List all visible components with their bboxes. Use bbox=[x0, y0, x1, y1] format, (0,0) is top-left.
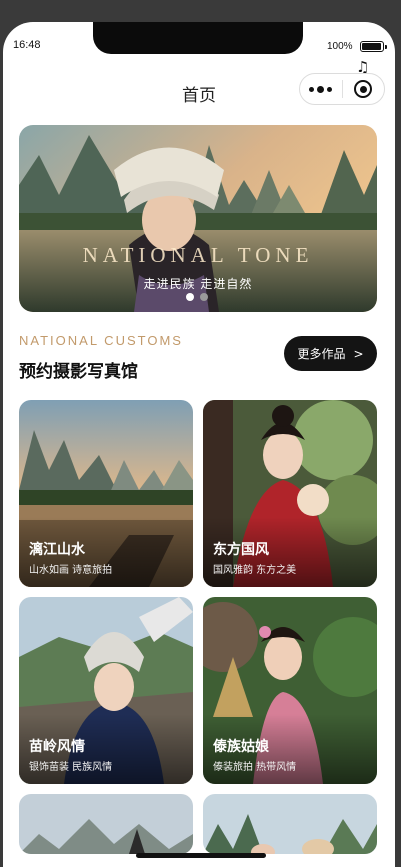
section-en-title: NATIONAL CUSTOMS bbox=[19, 333, 183, 348]
home-indicator bbox=[136, 853, 266, 858]
phone-frame: 16:48 100% ♫ 首页 NATIONAL TONE 走进民族 走进自然 … bbox=[0, 0, 401, 867]
card-subtitle: 国风雅韵 东方之美 bbox=[213, 565, 297, 576]
battery-icon bbox=[360, 41, 387, 52]
card-subtitle: 山水如画 诗意旅拍 bbox=[29, 565, 113, 576]
banner-dot-active[interactable] bbox=[186, 293, 194, 301]
battery-percent: 100% bbox=[327, 41, 353, 52]
banner-pagination bbox=[186, 293, 208, 301]
hero-banner[interactable]: NATIONAL TONE 走进民族 走进自然 bbox=[19, 125, 377, 312]
card-image bbox=[19, 794, 193, 854]
card-partial-right[interactable] bbox=[203, 794, 377, 854]
card-miao[interactable]: 苗岭风情 银饰苗装 民族风情 bbox=[19, 597, 193, 784]
section-cn-title: 预约摄影写真馆 bbox=[19, 362, 138, 382]
device-notch bbox=[93, 22, 303, 54]
card-dai[interactable]: 傣族姑娘 傣装旅拍 热带风情 bbox=[203, 597, 377, 784]
chevron-right-icon: > bbox=[353, 346, 364, 361]
card-oriental[interactable]: 东方国风 国风雅韵 东方之美 bbox=[203, 400, 377, 587]
status-time: 16:48 bbox=[13, 39, 41, 51]
card-image bbox=[203, 794, 377, 854]
card-title: 东方国风 bbox=[213, 542, 269, 558]
more-dots-icon[interactable] bbox=[300, 74, 342, 104]
card-title: 苗岭风情 bbox=[29, 739, 85, 755]
banner-title: NATIONAL TONE bbox=[82, 243, 314, 267]
card-subtitle: 银饰苗装 民族风情 bbox=[29, 762, 113, 773]
mini-program-capsule bbox=[299, 73, 385, 105]
card-lijiang[interactable]: 漓江山水 山水如画 诗意旅拍 bbox=[19, 400, 193, 587]
card-subtitle: 傣装旅拍 热带风情 bbox=[213, 762, 297, 773]
card-title: 漓江山水 bbox=[29, 542, 85, 558]
more-works-label: 更多作品 bbox=[297, 347, 346, 361]
more-works-button[interactable]: 更多作品 > bbox=[284, 336, 377, 371]
banner-subtitle: 走进民族 走进自然 bbox=[143, 277, 253, 291]
card-title: 傣族姑娘 bbox=[213, 739, 269, 755]
record-target-icon[interactable] bbox=[342, 74, 384, 104]
card-partial-left[interactable] bbox=[19, 794, 193, 854]
banner-dot[interactable] bbox=[200, 293, 208, 301]
